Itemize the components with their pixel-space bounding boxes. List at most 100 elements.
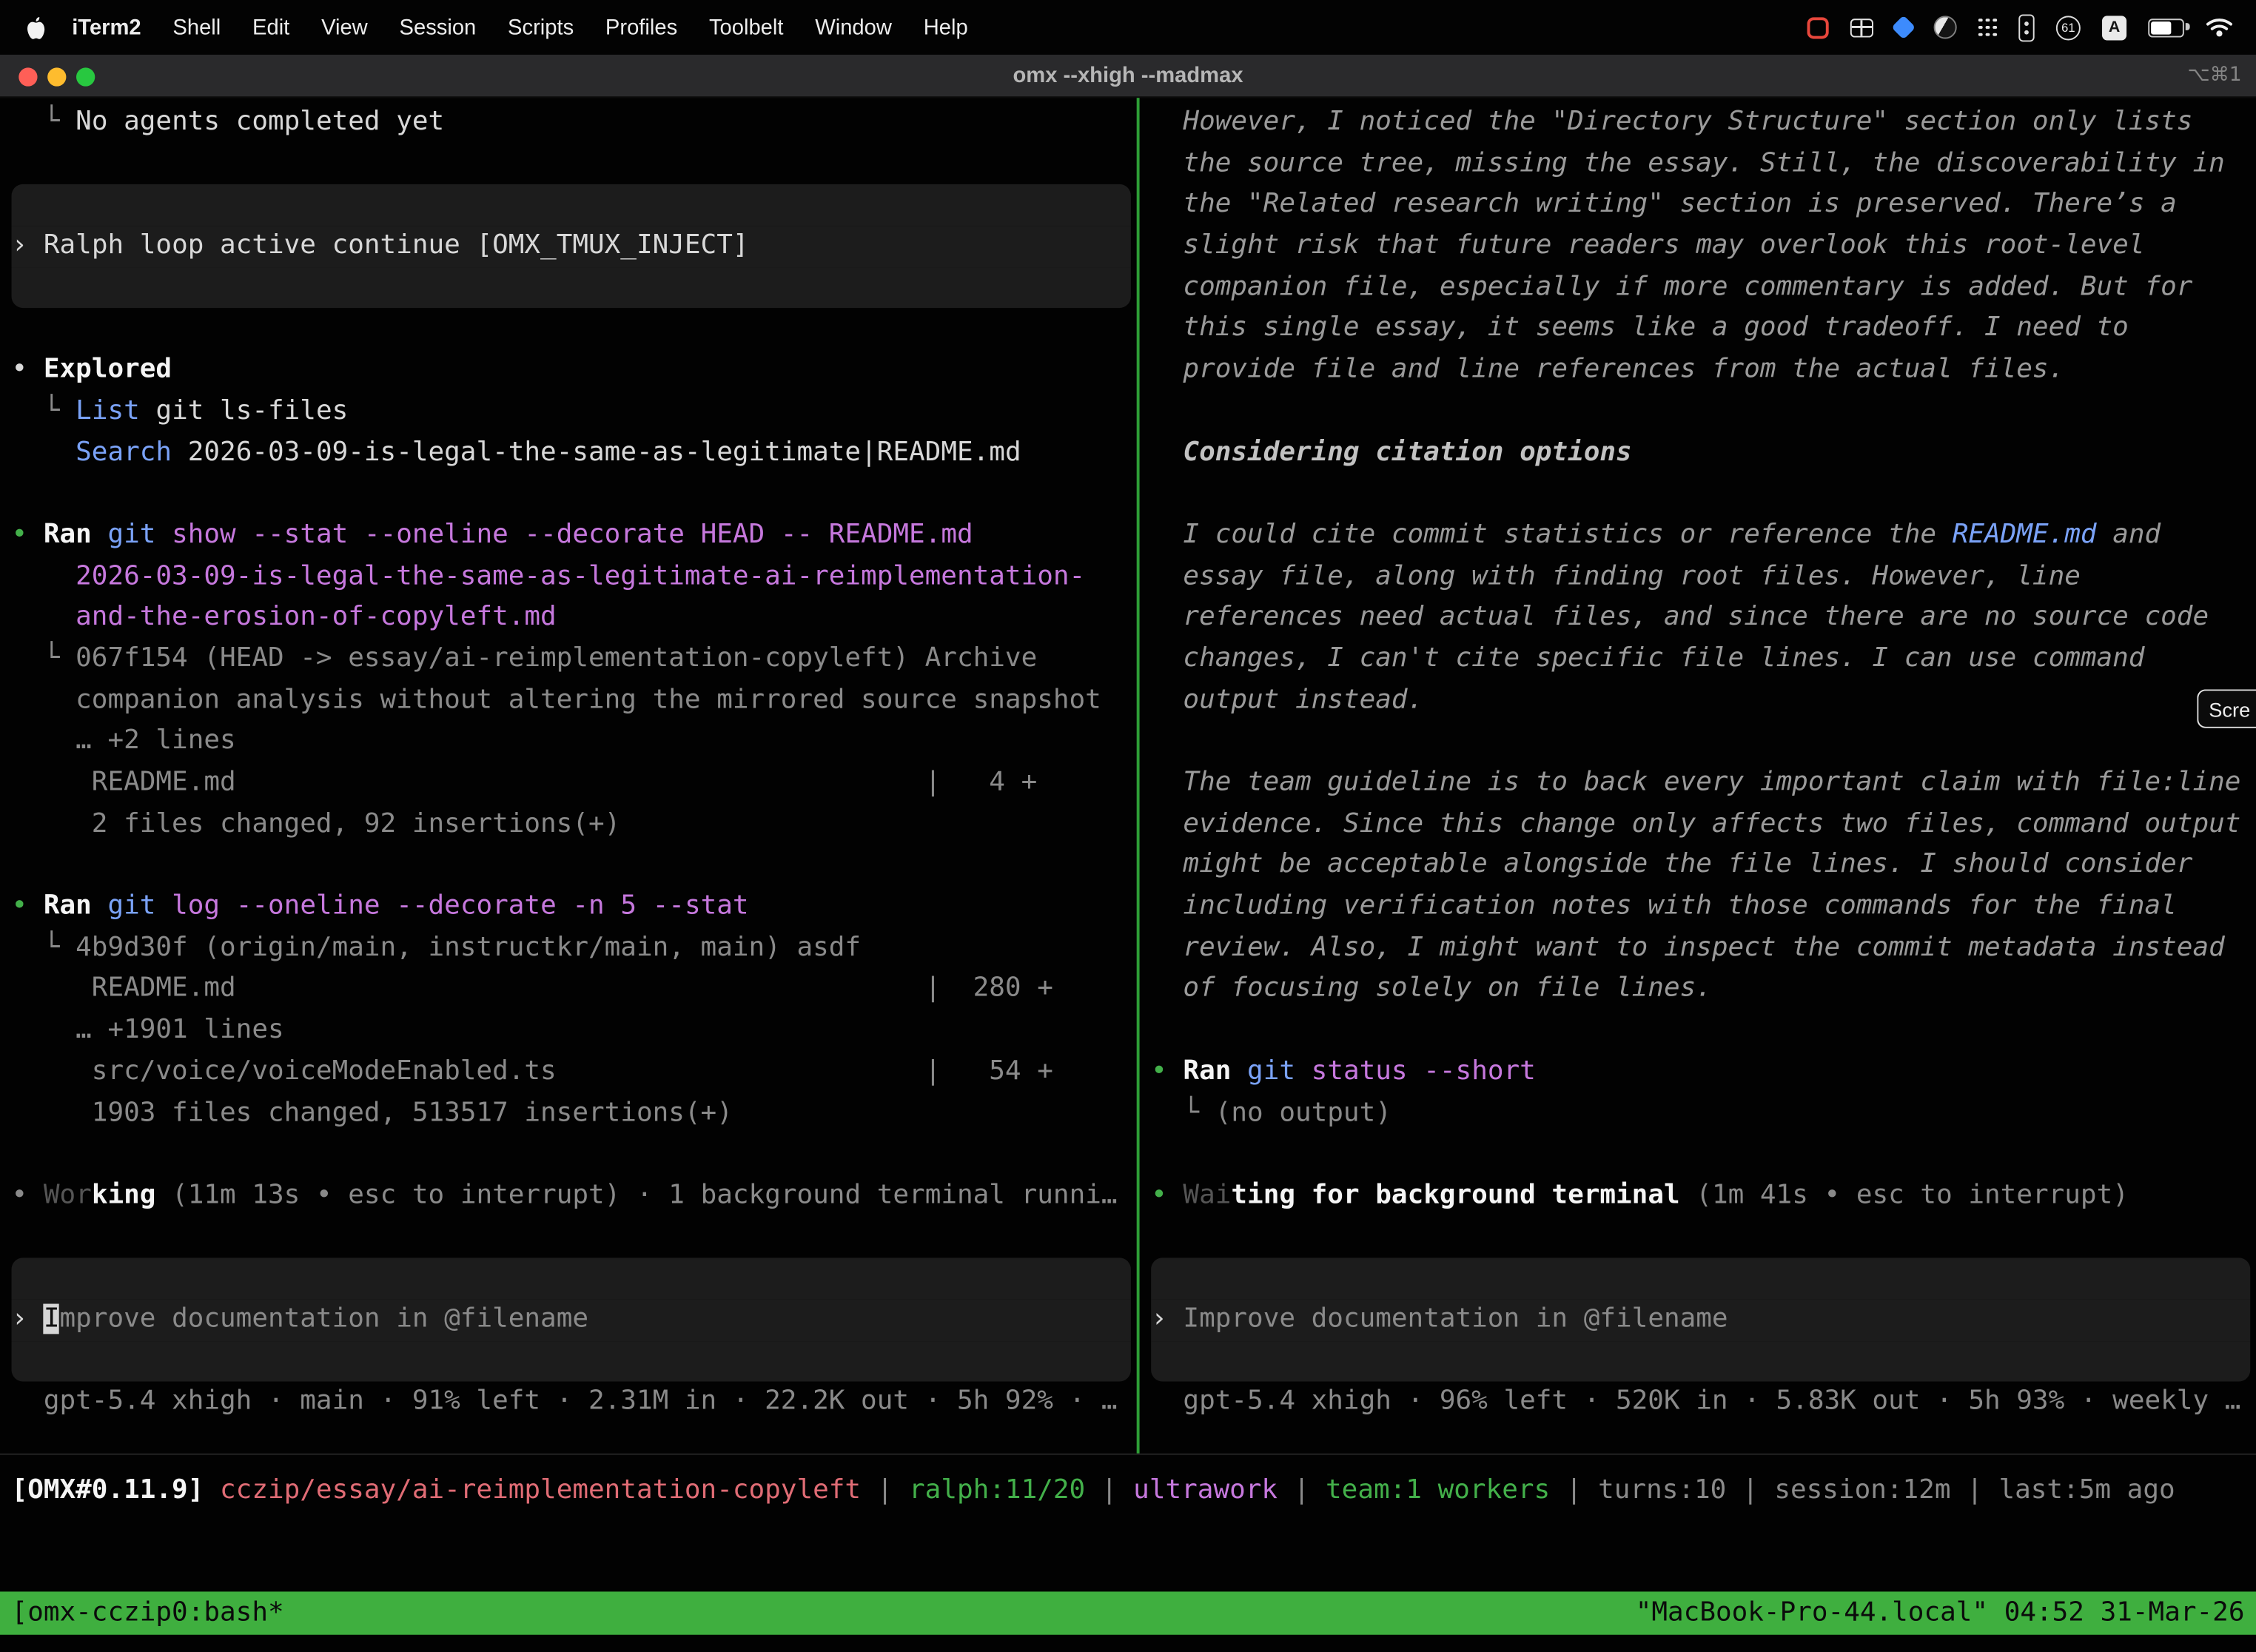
terminal-line: └ No agents completed yet bbox=[12, 102, 1137, 144]
text-segment: src/voice/voiceModeEnabled.ts | 54 + bbox=[12, 1056, 1053, 1087]
dot bbox=[2024, 21, 2029, 25]
text-segment: mprove documentation in @filename bbox=[60, 1303, 589, 1334]
screen: iTerm2 Shell Edit View Session Scripts P… bbox=[0, 0, 2256, 1652]
terminal-line bbox=[12, 1217, 1137, 1258]
text-segment: Wai bbox=[1183, 1180, 1231, 1210]
blue-app-icon[interactable] bbox=[1891, 15, 1916, 39]
text-segment: Considering citation options bbox=[1151, 437, 1632, 467]
terminal-line bbox=[12, 1340, 1131, 1382]
terminal-line: › Improve documentation in @filename bbox=[1151, 1300, 2250, 1341]
text-segment: references need actual files, and since … bbox=[1151, 602, 2209, 632]
terminal-line bbox=[12, 474, 1137, 515]
terminal-line bbox=[1151, 474, 2256, 515]
menu-item-iterm2[interactable]: iTerm2 bbox=[56, 15, 157, 39]
text-segment: • bbox=[12, 891, 44, 921]
text-segment: README.md | 4 + bbox=[12, 767, 1038, 797]
dots-grid-icon[interactable] bbox=[1978, 18, 1997, 36]
right-terminal-pane[interactable]: However, I noticed the "Directory Struct… bbox=[1140, 98, 2256, 1454]
menu-item-profiles[interactable]: Profiles bbox=[590, 15, 694, 39]
text-segment: • bbox=[12, 520, 44, 550]
text-segment: README.md bbox=[1953, 520, 2097, 550]
text-segment: Search bbox=[12, 437, 172, 467]
dots-glyph bbox=[1978, 18, 1982, 21]
screen-recording-icon[interactable] bbox=[1807, 16, 1829, 38]
text-segment: 2026-03-09-is-legal-the-same-as-legitima… bbox=[172, 437, 1021, 467]
gauge-icon[interactable]: 61 bbox=[2056, 15, 2081, 39]
terminal-line: › Ralph loop active continue [OMX_TMUX_I… bbox=[12, 226, 1131, 267]
text-segment: I bbox=[44, 1303, 60, 1334]
text-segment: No agents completed yet bbox=[75, 107, 444, 137]
browser-grid-icon[interactable] bbox=[1850, 18, 1873, 36]
terminal-line bbox=[12, 845, 1137, 887]
input-source-icon[interactable]: A bbox=[2102, 15, 2126, 39]
left-terminal-pane[interactable]: └ No agents completed yet › Ralph loop ac… bbox=[0, 98, 1137, 1454]
terminal-line: └ 4b9d30f (origin/main, instructkr/main,… bbox=[12, 928, 1137, 970]
text-segment: this single essay, it seems like a good … bbox=[1151, 313, 2129, 343]
terminal-line: essay file, along with finding root file… bbox=[1151, 557, 2256, 598]
terminal-line: • Working (11m 13s • esc to interrupt) ·… bbox=[12, 1175, 1137, 1217]
terminal-line: └ (no output) bbox=[1151, 1093, 2256, 1135]
text-segment: └ bbox=[12, 107, 76, 137]
text-segment: git bbox=[92, 891, 156, 921]
terminal-line: review. Also, I might want to inspect th… bbox=[1151, 928, 2256, 970]
text-segment: essay file, along with finding root file… bbox=[1151, 560, 2081, 591]
text-segment: might be acceptable alongside the file l… bbox=[1151, 850, 2192, 880]
menu-item-session[interactable]: Session bbox=[383, 15, 492, 39]
terminal-line: • Ran git status --short bbox=[1151, 1052, 2256, 1093]
dark-circle-app-icon[interactable] bbox=[1934, 16, 1957, 38]
terminal-line: companion file, especially if more comme… bbox=[1151, 267, 2256, 309]
terminal-line: › Improve documentation in @filename bbox=[12, 1300, 1131, 1341]
text-segment: • bbox=[12, 355, 44, 385]
wifi-icon[interactable] bbox=[2206, 17, 2233, 37]
text-segment: 2 files changed, 92 insertions(+) bbox=[12, 808, 621, 839]
key-switcher-icon[interactable] bbox=[2018, 13, 2034, 41]
terminal-line: However, I noticed the "Directory Struct… bbox=[1151, 102, 2256, 144]
text-segment: team:1 workers bbox=[1326, 1474, 1550, 1505]
tmux-host-clock: "MacBook-Pro-44.local" 04:52 31-Mar-26 bbox=[1636, 1591, 2245, 1634]
terminal-line: and-the-erosion-of-copyleft.md bbox=[12, 597, 1137, 639]
text-segment: I could cite commit statistics or refere… bbox=[1151, 520, 1953, 550]
text-segment: companion analysis without altering the … bbox=[12, 685, 1101, 715]
menu-item-shell[interactable]: Shell bbox=[157, 15, 237, 39]
menu-item-view[interactable]: View bbox=[306, 15, 383, 39]
apple-menu-icon[interactable] bbox=[26, 15, 46, 39]
text-segment: of focusing solely on file lines. bbox=[1151, 973, 1712, 1004]
menu-item-edit[interactable]: Edit bbox=[237, 15, 306, 39]
text-segment: Ran bbox=[1183, 1056, 1231, 1087]
terminal-line: I could cite commit statistics or refere… bbox=[1151, 515, 2256, 557]
terminal-line bbox=[1151, 722, 2256, 763]
text-segment: evidence. Since this change only affects… bbox=[1151, 808, 2240, 839]
text-segment: Ralph loop active continue [OMX_TMUX_INJ… bbox=[44, 230, 749, 261]
terminal-line bbox=[1151, 1340, 2250, 1382]
text-segment: and bbox=[2097, 520, 2161, 550]
text-segment: and-the-erosion-of-copyleft.md bbox=[12, 602, 557, 632]
terminal-line bbox=[12, 185, 1131, 226]
terminal-line: gpt-5.4 xhigh · main · 91% left · 2.31M … bbox=[12, 1382, 1137, 1423]
text-segment: └ 4b9d30f (origin/main, instructkr/main,… bbox=[12, 932, 862, 962]
terminal-line: └ 067f154 (HEAD -> essay/ai-reimplementa… bbox=[12, 639, 1137, 680]
terminal-line: 2 files changed, 92 insertions(+) bbox=[12, 804, 1137, 845]
terminal-line: • Explored bbox=[12, 350, 1137, 392]
text-segment: (1m 41s • esc to interrupt) bbox=[1680, 1180, 2129, 1210]
text-segment: | bbox=[1726, 1474, 1774, 1505]
text-segment: [OMX#0.11.9] bbox=[12, 1474, 204, 1505]
terminal-line bbox=[12, 1134, 1137, 1175]
text-segment: README.md | 280 + bbox=[12, 973, 1053, 1004]
text-segment: › bbox=[12, 1303, 44, 1334]
terminal-line: 2026-03-09-is-legal-the-same-as-legitima… bbox=[12, 557, 1137, 598]
window-titlebar[interactable]: omx --xhigh --madmax ⌥⌘1 bbox=[0, 55, 2256, 98]
text-segment: log --oneline --decorate -n 5 --stat bbox=[155, 891, 748, 921]
text-segment: | bbox=[1278, 1474, 1326, 1505]
terminal-line: references need actual files, and since … bbox=[1151, 597, 2256, 639]
text-segment: ultrawork bbox=[1133, 1474, 1278, 1505]
menu-item-scripts[interactable]: Scripts bbox=[492, 15, 590, 39]
terminal-line: • Waiting for background terminal (1m 41… bbox=[1151, 1175, 2256, 1217]
menu-item-toolbelt[interactable]: Toolbelt bbox=[694, 15, 799, 39]
battery-icon[interactable] bbox=[2148, 18, 2184, 36]
text-segment: changes, I can't cite specific file line… bbox=[1151, 643, 2144, 674]
terminal-line: changes, I can't cite specific file line… bbox=[1151, 639, 2256, 680]
menu-item-help[interactable]: Help bbox=[907, 15, 984, 39]
menu-item-window[interactable]: Window bbox=[799, 15, 907, 39]
text-segment: | bbox=[861, 1474, 909, 1505]
terminal-line bbox=[1151, 1010, 2256, 1052]
